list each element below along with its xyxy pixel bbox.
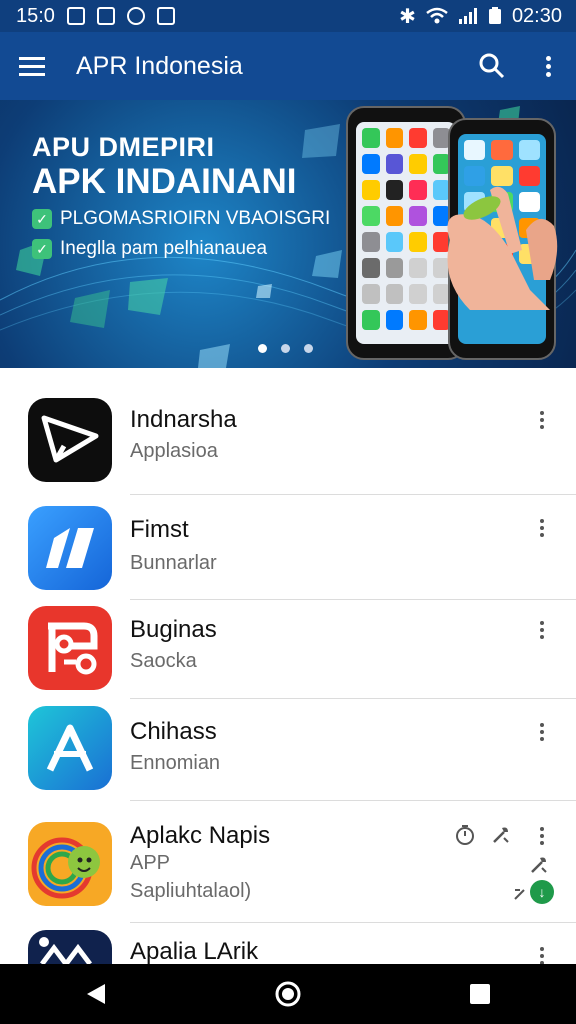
app-subtitle: Saocka <box>130 650 197 672</box>
divider <box>130 922 576 923</box>
app-name: Buginas <box>130 616 217 643</box>
home-icon <box>275 981 301 1007</box>
download-status-icon[interactable]: ↓ <box>530 880 554 904</box>
tools-icon[interactable] <box>490 824 512 846</box>
app-name: Apalia LArik <box>130 938 259 964</box>
app-bar: APR Indonesia <box>0 32 576 100</box>
search-icon <box>479 53 505 79</box>
list-item[interactable]: Apalia LArik <box>0 930 576 964</box>
app-name: Aplakc Napis <box>130 822 271 849</box>
youtube-icon <box>156 7 175 25</box>
more-vert-icon[interactable] <box>530 614 554 646</box>
overflow-menu-button[interactable] <box>520 32 576 100</box>
carousel-dots[interactable] <box>258 344 313 353</box>
signal-icon <box>458 8 477 24</box>
divider <box>130 800 576 801</box>
wifi-icon <box>426 7 448 24</box>
banner-feature-1: ✓ PLGOMASRIOIRN VBAOISGRI <box>32 208 330 230</box>
back-button[interactable] <box>66 964 126 1024</box>
more-vert-icon[interactable] <box>530 940 554 964</box>
battery-icon <box>488 7 501 24</box>
more-vert-icon[interactable] <box>530 512 554 544</box>
app-icon-logo <box>28 930 112 964</box>
app-icon-slash <box>28 506 112 590</box>
carousel-dot[interactable] <box>304 344 313 353</box>
recents-icon <box>470 984 490 1004</box>
gallery-icon <box>66 7 85 25</box>
banner-headline-2: APK INDAINANI <box>32 162 297 201</box>
timer-icon[interactable] <box>454 824 476 846</box>
hand-illustration <box>447 186 558 310</box>
app-icon <box>126 7 145 25</box>
app-title: APR Indonesia <box>76 51 243 80</box>
more-vert-icon <box>545 55 551 77</box>
search-button[interactable] <box>464 32 520 100</box>
more-vert-icon[interactable] <box>530 716 554 748</box>
home-button[interactable] <box>258 964 318 1024</box>
more-vert-icon[interactable] <box>530 404 554 436</box>
more-vert-icon[interactable] <box>530 820 554 852</box>
divider <box>130 599 576 600</box>
back-icon <box>87 984 105 1004</box>
app-extra-text: Sapliuhtalaol) <box>130 880 252 902</box>
divider <box>130 494 576 495</box>
list-item[interactable]: Buginas Saocka <box>0 606 576 710</box>
system-nav-bar <box>0 964 576 1024</box>
notification-icon <box>96 7 115 25</box>
status-time-left: 15:0 <box>16 4 55 27</box>
bluetooth-icon: ✱ <box>399 5 416 28</box>
promo-banner[interactable]: APU DMEPIRI APK INDAINANI ✓ PLGOMASRIOIR… <box>0 100 576 368</box>
app-icon-paper-plane <box>28 398 112 482</box>
app-subtitle: Ennomian <box>130 752 221 774</box>
app-icon-rainbow-mascot <box>28 822 112 906</box>
banner-feature-1-text: PLGOMASRIOIRN VBAOISGRI <box>60 208 331 229</box>
app-name: Fimst <box>130 516 189 543</box>
app-list: Indnarsha Applasioa Fimst Bunnarlar Bugi… <box>0 368 576 964</box>
list-item[interactable]: Fimst Bunnarlar <box>0 506 576 610</box>
menu-icon <box>19 57 45 76</box>
status-time-right: 02:30 <box>511 4 562 27</box>
carousel-dot[interactable] <box>281 344 290 353</box>
recents-button[interactable] <box>450 964 510 1024</box>
status-bar: 15:0 ✱ 02:30 <box>0 0 576 32</box>
divider <box>130 698 576 699</box>
app-icon-red-glyph <box>28 606 112 690</box>
list-item[interactable]: Chihass Ennomian <box>0 706 576 810</box>
banner-headline-1: APU DMEPIRI <box>32 132 215 162</box>
banner-feature-2: ✓ Ineglla pam pelhianauea <box>32 238 267 260</box>
check-icon: ✓ <box>32 209 52 229</box>
menu-button[interactable] <box>0 32 64 100</box>
carousel-dot[interactable] <box>258 344 267 353</box>
app-subtitle: Bunnarlar <box>130 552 217 574</box>
app-name: Chihass <box>130 718 217 745</box>
check-icon: ✓ <box>32 239 52 259</box>
app-icon-letter-a <box>28 706 112 790</box>
app-name: Indnarsha <box>130 406 237 433</box>
app-subtitle: APP <box>130 852 171 874</box>
banner-feature-2-text: Ineglla pam pelhianauea <box>60 238 268 259</box>
list-item[interactable]: Indnarsha Applasioa <box>0 398 576 510</box>
tools-icon[interactable] <box>512 884 530 902</box>
app-subtitle: Applasioa <box>130 440 218 462</box>
list-item[interactable]: Aplakc Napis APP Sapliuhtalaol) ↓ <box>0 820 576 940</box>
tools-icon[interactable] <box>528 854 550 876</box>
